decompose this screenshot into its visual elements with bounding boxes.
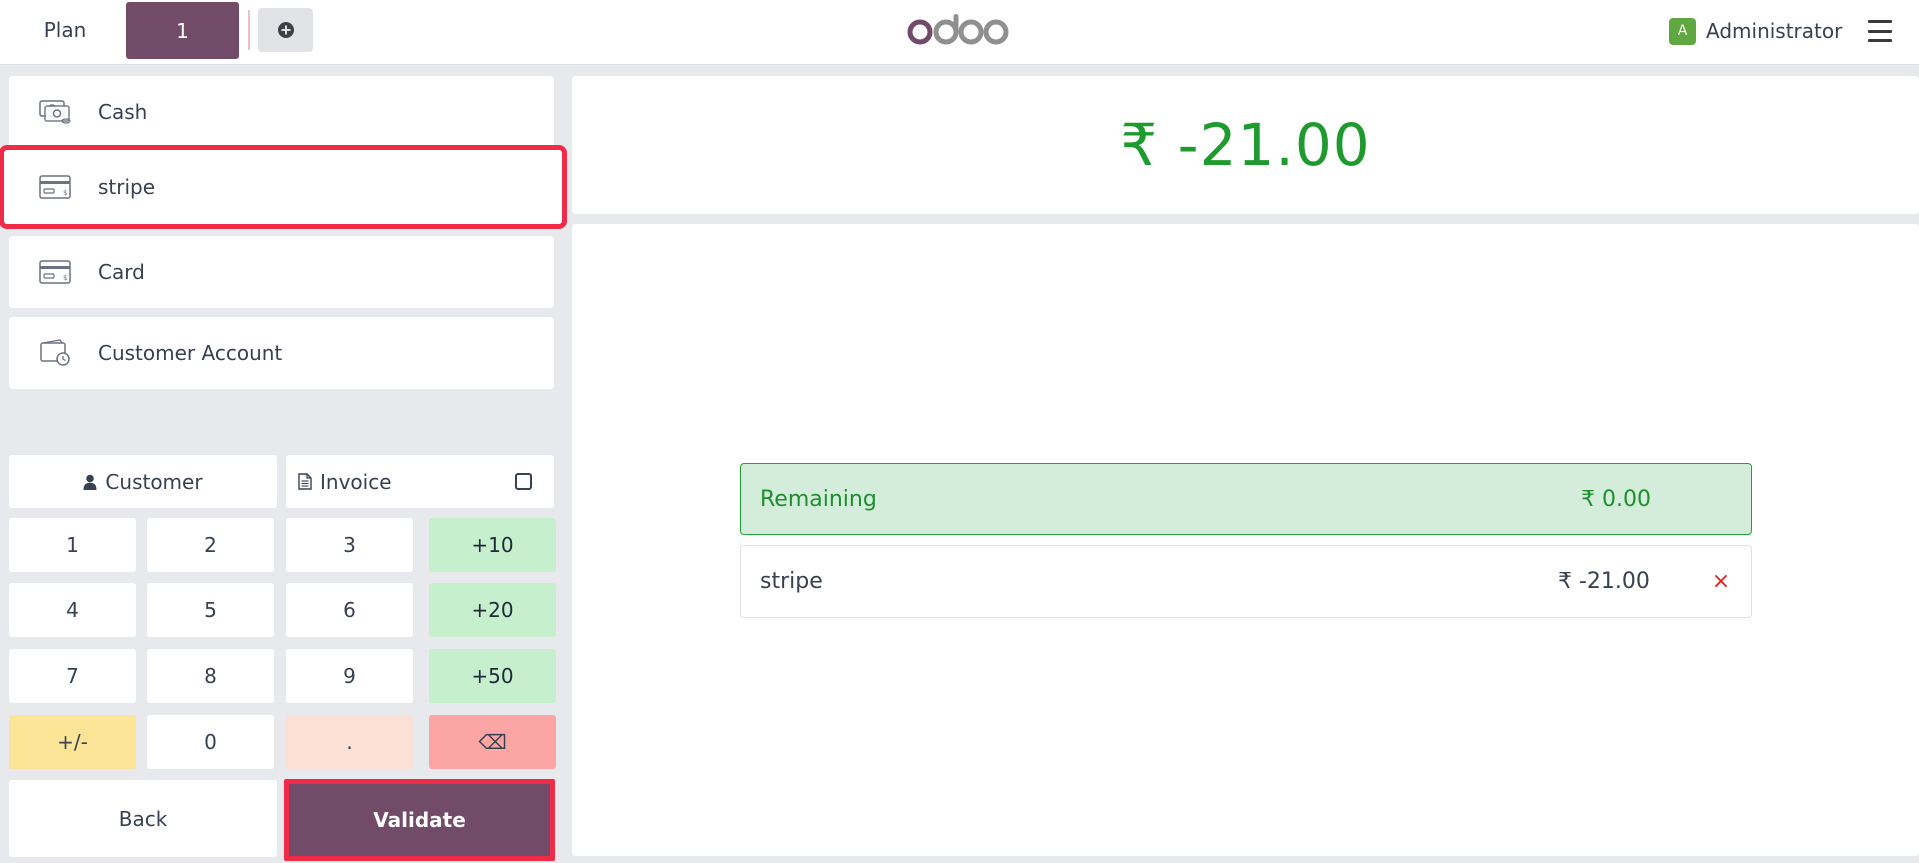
numpad-key-plus10[interactable]: +10 — [429, 518, 556, 572]
payment-method-label: Card — [98, 260, 145, 284]
numpad-key-6[interactable]: 6 — [286, 583, 413, 637]
remaining-label: Remaining — [760, 486, 877, 512]
numpad-key-9[interactable]: 9 — [286, 649, 413, 703]
numpad-key-8[interactable]: 8 — [147, 649, 274, 703]
invoice-toggle[interactable]: Invoice — [286, 455, 554, 508]
payment-lines-panel — [572, 224, 1919, 856]
payment-method-label: Customer Account — [98, 341, 283, 365]
card-icon: $ — [35, 171, 75, 203]
order-tab[interactable]: 1 — [126, 2, 239, 59]
payment-method-label: Cash — [98, 100, 148, 124]
remaining-value: ₹ 0.00 — [1581, 486, 1651, 512]
user-name: Administrator — [1706, 19, 1843, 43]
total-amount: ₹ -21.00 — [1120, 111, 1371, 179]
avatar: A — [1669, 17, 1696, 45]
back-button[interactable]: Back — [9, 780, 277, 857]
total-panel: ₹ -21.00 — [572, 76, 1919, 214]
plan-button[interactable]: Plan — [20, 4, 110, 56]
user-menu[interactable]: A Administrator — [1669, 14, 1842, 48]
payment-method-card[interactable]: $ Card — [9, 236, 554, 308]
customer-button[interactable]: Customer — [9, 455, 277, 508]
numpad-key-7[interactable]: 7 — [9, 649, 136, 703]
add-order-button[interactable] — [258, 8, 313, 52]
numpad-key-1[interactable]: 1 — [9, 518, 136, 572]
numpad-key-4[interactable]: 4 — [9, 583, 136, 637]
numpad-key-5[interactable]: 5 — [147, 583, 274, 637]
user-icon — [83, 474, 97, 490]
card-icon: $ — [35, 256, 75, 288]
numpad-key-3[interactable]: 3 — [286, 518, 413, 572]
payment-line-amount: ₹ -21.00 — [1558, 569, 1650, 594]
odoo-logo — [906, 8, 1010, 52]
invoice-checkbox[interactable] — [515, 473, 532, 490]
top-bar: Plan 1 A Administrator — [0, 0, 1919, 65]
hamburger-icon[interactable] — [1864, 16, 1896, 46]
payment-method-label: stripe — [98, 175, 156, 199]
numpad-key-2[interactable]: 2 — [147, 518, 274, 572]
payment-method-customer-account[interactable]: Customer Account — [9, 317, 554, 389]
payment-method-stripe[interactable]: $ stripe — [0, 145, 567, 229]
svg-text:$: $ — [63, 189, 67, 197]
svg-text:$: $ — [63, 274, 67, 282]
remaining-row: Remaining ₹ 0.00 — [740, 463, 1752, 535]
numpad-key-plus20[interactable]: +20 — [429, 583, 556, 637]
cash-icon — [35, 96, 75, 128]
wallet-clock-icon — [35, 337, 75, 369]
tab-separator — [248, 10, 250, 50]
numpad-key-0[interactable]: 0 — [147, 715, 274, 769]
numpad-key-plus50[interactable]: +50 — [429, 649, 556, 703]
validate-button[interactable]: Validate — [284, 779, 555, 861]
plus-circle-icon — [277, 22, 294, 38]
payment-method-cash[interactable]: Cash — [9, 76, 554, 148]
invoice-label: Invoice — [320, 469, 392, 494]
payment-line-method: stripe — [760, 569, 823, 594]
numpad-key-backspace[interactable]: ⌫ — [429, 715, 556, 769]
numpad-key-plus-minus[interactable]: +/- — [9, 715, 136, 769]
numpad-key-decimal[interactable]: . — [286, 715, 413, 769]
delete-line-icon[interactable]: × — [1706, 566, 1736, 596]
document-icon — [298, 473, 312, 490]
payment-line[interactable]: stripe ₹ -21.00 × — [740, 545, 1752, 618]
customer-label: Customer — [105, 469, 203, 494]
